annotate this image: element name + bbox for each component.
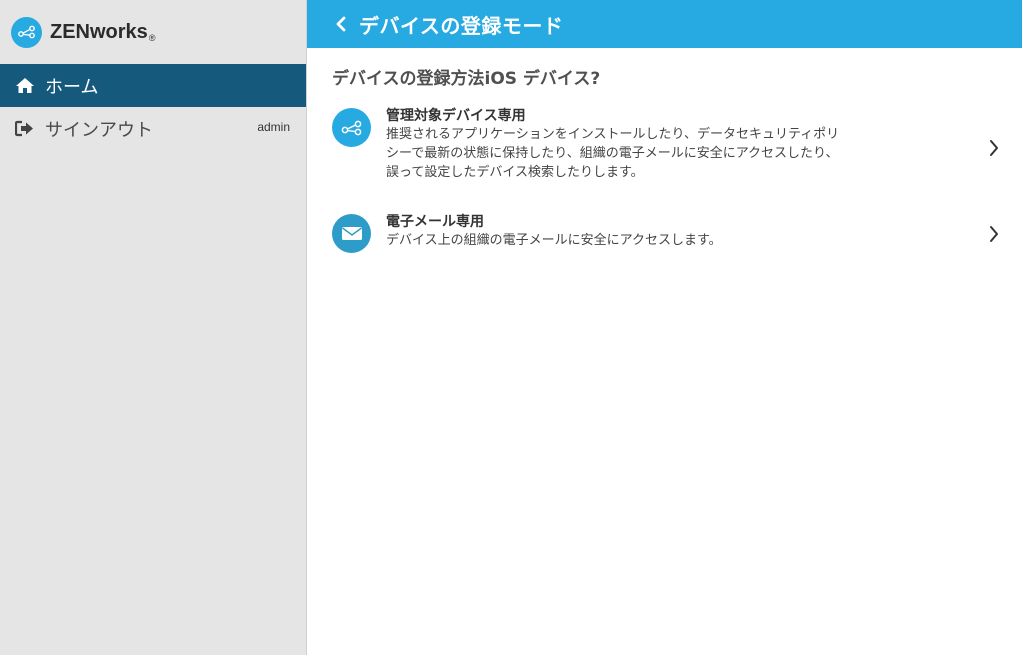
- email-only-option[interactable]: 電子メール専用 デバイス上の組織の電子メールに安全にアクセスします。: [307, 214, 1022, 259]
- username-label: admin: [257, 120, 290, 134]
- option-description-line: 推奨されるアプリケーションをインストールしたり、データセキュリティポリ: [386, 127, 840, 142]
- sidebar-item-sign-out[interactable]: サインアウト admin: [0, 107, 306, 150]
- envelope-icon: [332, 214, 371, 253]
- managed-device-option[interactable]: 管理対象デバイス専用 推奨されるアプリケーションをインストールしたり、データセキ…: [307, 108, 1022, 204]
- sidebar-item-home[interactable]: ホーム: [0, 64, 306, 107]
- share-icon: [11, 16, 42, 48]
- share-icon: [332, 108, 371, 147]
- enrollment-question: デバイスの登録方法iOS デバイス?: [332, 69, 601, 89]
- main-content: デバイスの登録モード デバイスの登録方法iOS デバイス? 管理対象デバイス専用…: [307, 0, 1022, 655]
- chevron-right-icon: [988, 224, 1000, 244]
- option-description: デバイス上の組織の電子メールに安全にアクセスします。: [386, 231, 886, 250]
- app: ZENworks® ホーム サインアウト admin デバイスの登録モード デバ…: [0, 0, 1022, 655]
- brand: ZENworks®: [0, 0, 306, 64]
- option-text: 電子メール専用 デバイス上の組織の電子メールに安全にアクセスします。: [386, 214, 886, 259]
- back-chevron-icon[interactable]: [335, 16, 349, 32]
- registered-mark: ®: [148, 32, 156, 43]
- sidebar-item-label: サインアウト: [45, 119, 153, 141]
- option-text: 管理対象デバイス専用 推奨されるアプリケーションをインストールしたり、データセキ…: [386, 108, 886, 204]
- option-description-line: 誤って設定したデバイス検索したりします。: [386, 165, 644, 180]
- option-title: 電子メール専用: [386, 214, 484, 230]
- sidebar: ZENworks® ホーム サインアウト admin: [0, 0, 307, 655]
- page-header: デバイスの登録モード: [307, 0, 1022, 48]
- chevron-right-icon: [988, 138, 1000, 158]
- option-title: 管理対象デバイス専用: [386, 108, 526, 124]
- option-description: 推奨されるアプリケーションをインストールしたり、データセキュリティポリ シーで最…: [386, 125, 886, 182]
- page-title: デバイスの登録モード: [359, 13, 564, 38]
- brand-name: ZENworks®: [50, 20, 156, 43]
- sign-out-icon: [15, 120, 35, 138]
- sidebar-item-label: ホーム: [45, 76, 99, 98]
- home-icon: [15, 77, 35, 95]
- option-description-line: デバイス上の組織の電子メールに安全にアクセスします。: [386, 233, 722, 248]
- option-description-line: シーで最新の状態に保持したり、組織の電子メールに安全にアクセスしたり、: [386, 146, 839, 161]
